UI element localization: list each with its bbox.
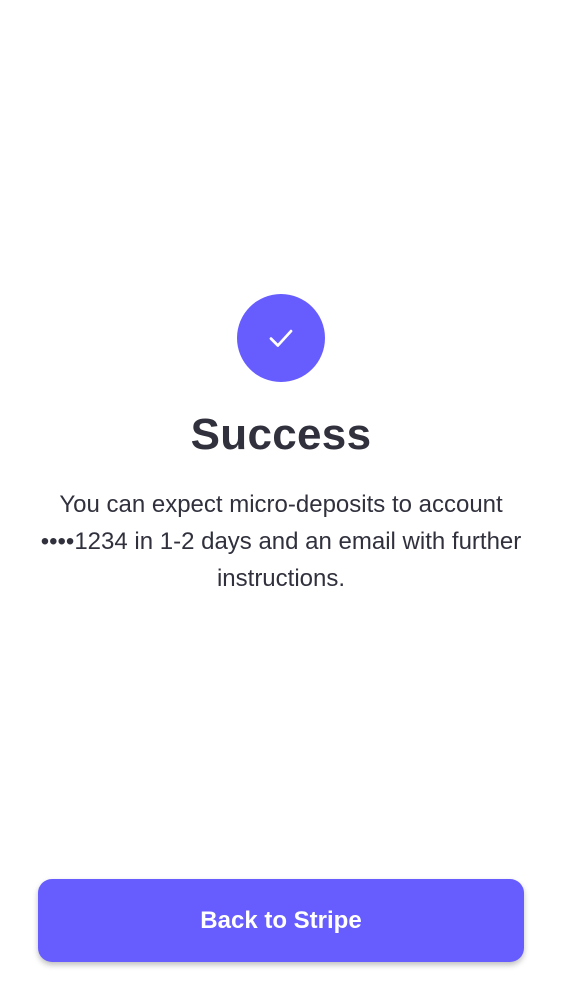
back-to-stripe-button[interactable]: Back to Stripe bbox=[38, 879, 524, 962]
success-badge bbox=[237, 294, 325, 382]
success-screen: Success You can expect micro-deposits to… bbox=[0, 0, 562, 1000]
page-title: Success bbox=[190, 410, 372, 459]
success-message: You can expect micro-deposits to account… bbox=[40, 491, 522, 592]
checkmark-icon bbox=[269, 329, 293, 347]
